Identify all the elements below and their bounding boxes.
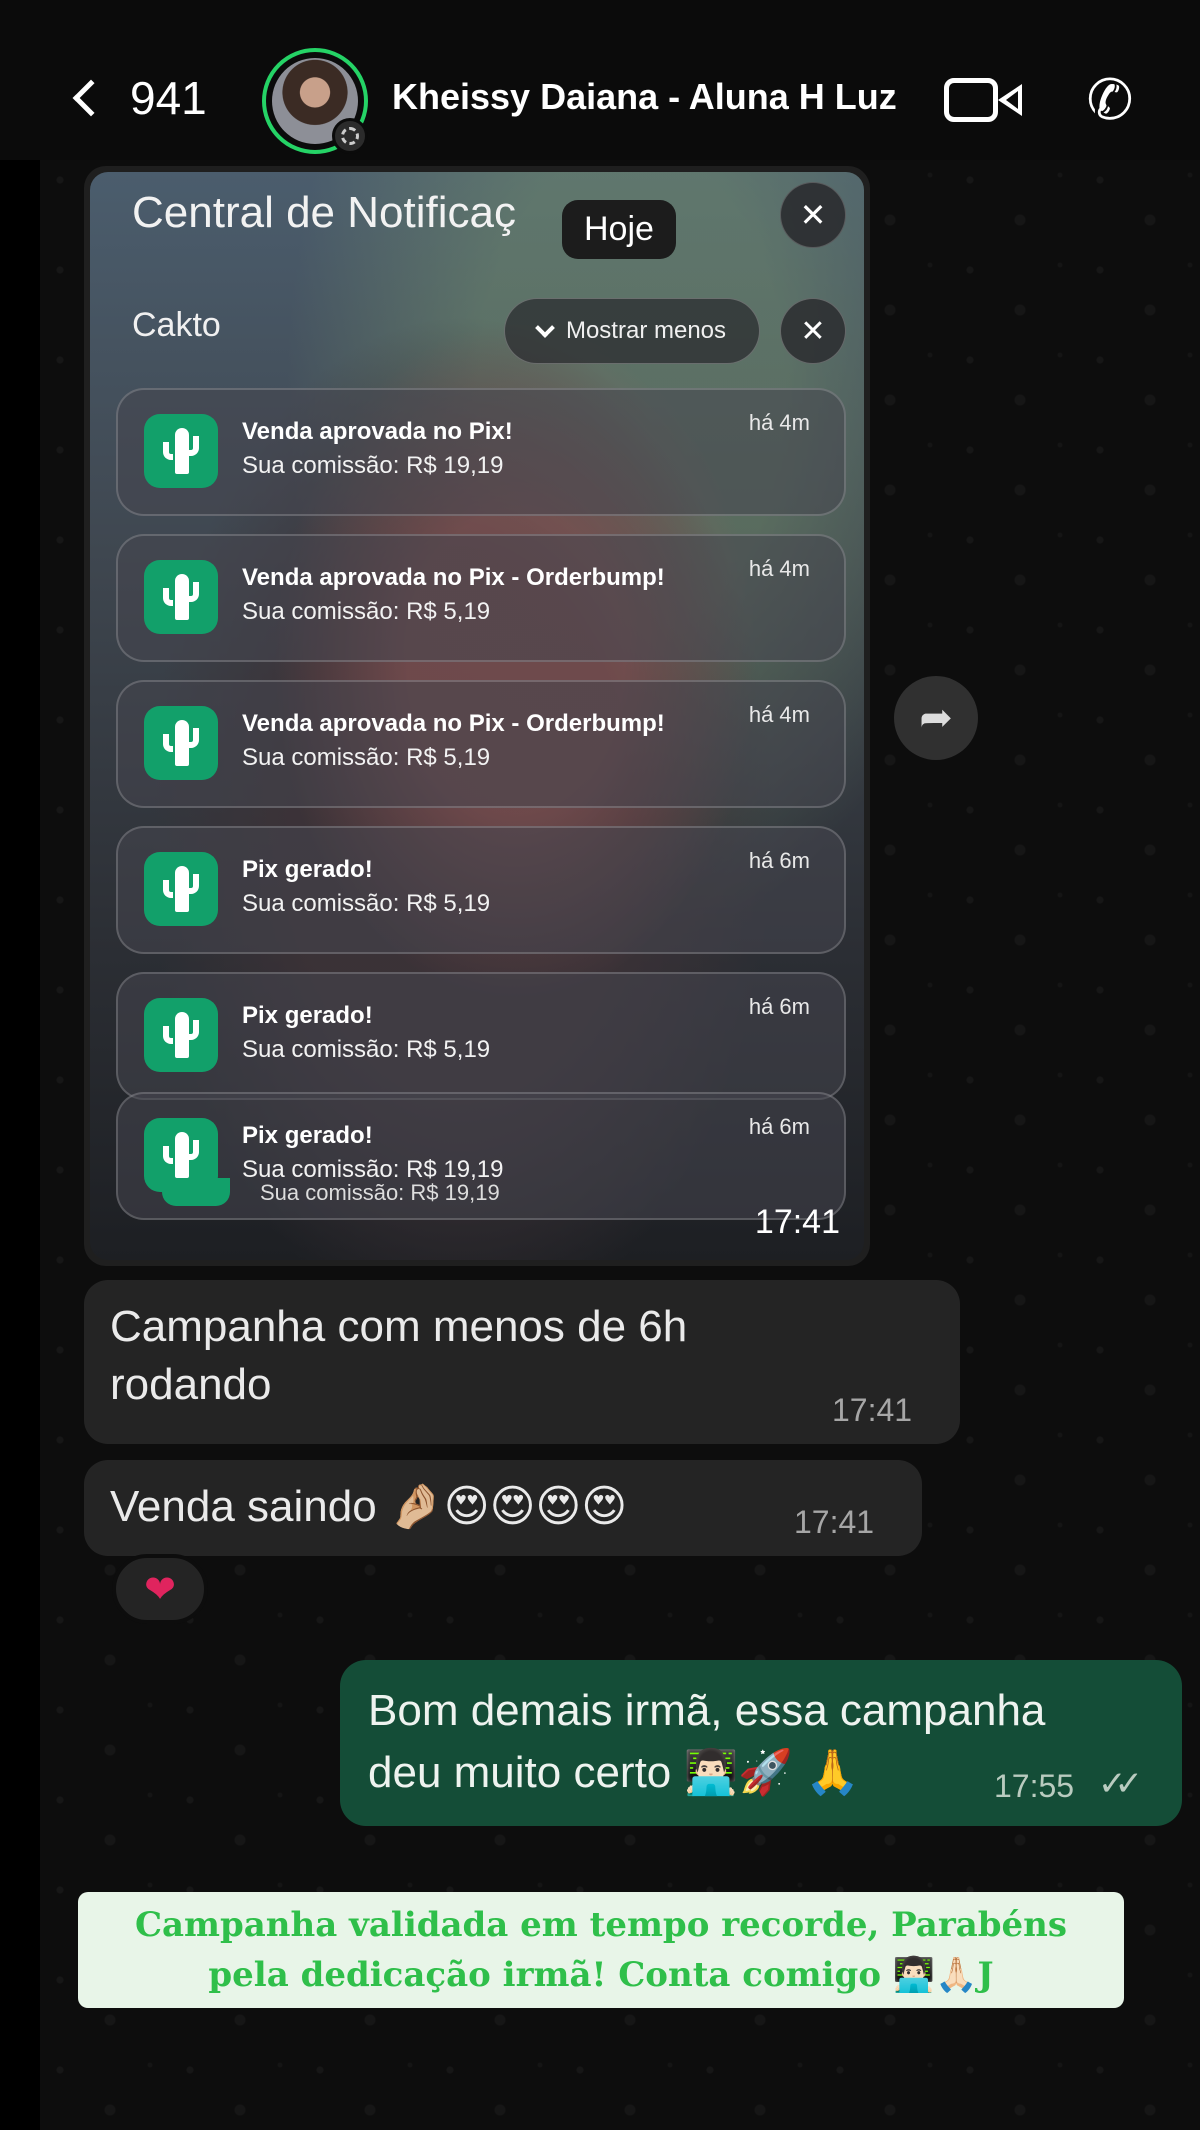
video-call-button[interactable]: [944, 74, 1024, 126]
cactus-icon: [144, 706, 218, 780]
heart-reaction[interactable]: ❤: [112, 1554, 208, 1624]
date-chip: Hoje: [562, 200, 676, 259]
notification-title: Pix gerado!: [242, 856, 373, 883]
message-time: 17:41: [794, 1504, 875, 1540]
notification-title: Pix gerado!: [242, 1002, 373, 1029]
notification-title: Venda aprovada no Pix - Orderbump!: [242, 710, 665, 737]
notification-time: há 4m: [748, 556, 810, 581]
group-close-icon: ✕: [780, 298, 846, 364]
notification-card: Venda aprovada no Pix - Orderbump! Sua c…: [116, 680, 846, 808]
status-badge: [332, 118, 368, 154]
notification-body: Sua comissão: R$ 5,19: [242, 598, 491, 625]
notification-title: Venda aprovada no Pix - Orderbump!: [242, 564, 665, 591]
back-button[interactable]: 941: [68, 68, 228, 128]
show-less-label: Mostrar menos: [565, 317, 727, 344]
notification-body: Sua comissão: R$ 5,19: [242, 744, 491, 771]
message-time: 17:41: [832, 1392, 913, 1428]
contact-name[interactable]: Kheissy Daiana - Aluna H Luz: [392, 76, 897, 118]
notification-time: há 6m: [748, 994, 810, 1019]
notification-body: Sua comissão: R$ 5,19: [242, 1036, 491, 1063]
phone-icon: ✆: [1086, 68, 1134, 131]
notification-card: Venda aprovada no Pix! Sua comissão: R$ …: [116, 388, 846, 516]
caption-line-1: Campanha validada em tempo recorde, Para…: [134, 1905, 1068, 1945]
show-less-button: Mostrar menos: [504, 298, 760, 364]
chevron-down-icon: [535, 318, 555, 338]
outgoing-message[interactable]: Bom demais irmã, essa campanha deu muito…: [340, 1660, 1182, 1826]
notification-time: há 6m: [748, 848, 810, 873]
message-text: Campanha com menos de 6h rodando: [110, 1302, 688, 1409]
incoming-message[interactable]: Campanha com menos de 6h rodando 17:41: [84, 1280, 960, 1444]
video-call-icon: [944, 78, 998, 122]
notification-time: há 6m: [748, 1114, 810, 1139]
cactus-icon: [144, 414, 218, 488]
cactus-icon: [144, 852, 218, 926]
notification-center-title: Central de Notificaç: [132, 188, 516, 237]
close-icon: ✕: [780, 182, 846, 248]
stacked-notification-peek: Sua comissão: R$ 19,19: [150, 1178, 810, 1238]
story-caption: Campanha validada em tempo recorde, Para…: [78, 1892, 1124, 2008]
notification-body: Sua comissão: R$ 5,19: [242, 890, 491, 917]
read-receipt-icon: ✓✓: [1098, 1765, 1143, 1803]
notification-time: há 4m: [748, 410, 810, 435]
heart-icon: ❤: [144, 1568, 176, 1611]
cactus-icon: [144, 998, 218, 1072]
left-edge: [0, 160, 40, 2130]
cactus-icon: [162, 1178, 230, 1206]
status-ring-icon: [341, 127, 359, 145]
notification-card: Pix gerado! Sua comissão: R$ 5,19 há 6m: [116, 972, 846, 1100]
message-time: 17:41: [754, 1203, 840, 1241]
caption-line-2: pela dedicação irmã! Conta comigo 👨🏻‍💻🙏🏻…: [208, 1955, 994, 1995]
notification-title: Venda aprovada no Pix!: [242, 418, 513, 445]
app-group-name: Cakto: [132, 306, 221, 344]
forward-button[interactable]: ➦: [894, 676, 978, 760]
chevron-left-icon: [72, 79, 110, 117]
message-text: Venda saindo 🤌🏼😍😍😍😍: [110, 1482, 628, 1531]
unread-count: 941: [130, 72, 207, 124]
phone-call-button[interactable]: ✆: [1078, 68, 1142, 132]
image-message[interactable]: Central de Notificaç Hoje ✕ Cakto Mostra…: [84, 166, 870, 1266]
incoming-message[interactable]: Venda saindo 🤌🏼😍😍😍😍 17:41: [84, 1460, 922, 1556]
notification-time: há 4m: [748, 702, 810, 727]
notification-card: Venda aprovada no Pix - Orderbump! Sua c…: [116, 534, 846, 662]
contact-avatar[interactable]: [262, 48, 368, 154]
notification-title: Pix gerado!: [242, 1122, 373, 1149]
notification-body: Sua comissão: R$ 19,19: [242, 452, 504, 479]
forward-icon: ➦: [919, 696, 953, 740]
chat-header: 941 Kheissy Daiana - Aluna H Luz ✆: [0, 0, 1200, 160]
notification-screenshot: Central de Notificaç Hoje ✕ Cakto Mostra…: [90, 172, 864, 1260]
message-time: 17:55: [994, 1768, 1075, 1804]
notification-card: Pix gerado! Sua comissão: R$ 5,19 há 6m: [116, 826, 846, 954]
peek-body: Sua comissão: R$ 19,19: [260, 1180, 500, 1205]
cactus-icon: [144, 560, 218, 634]
